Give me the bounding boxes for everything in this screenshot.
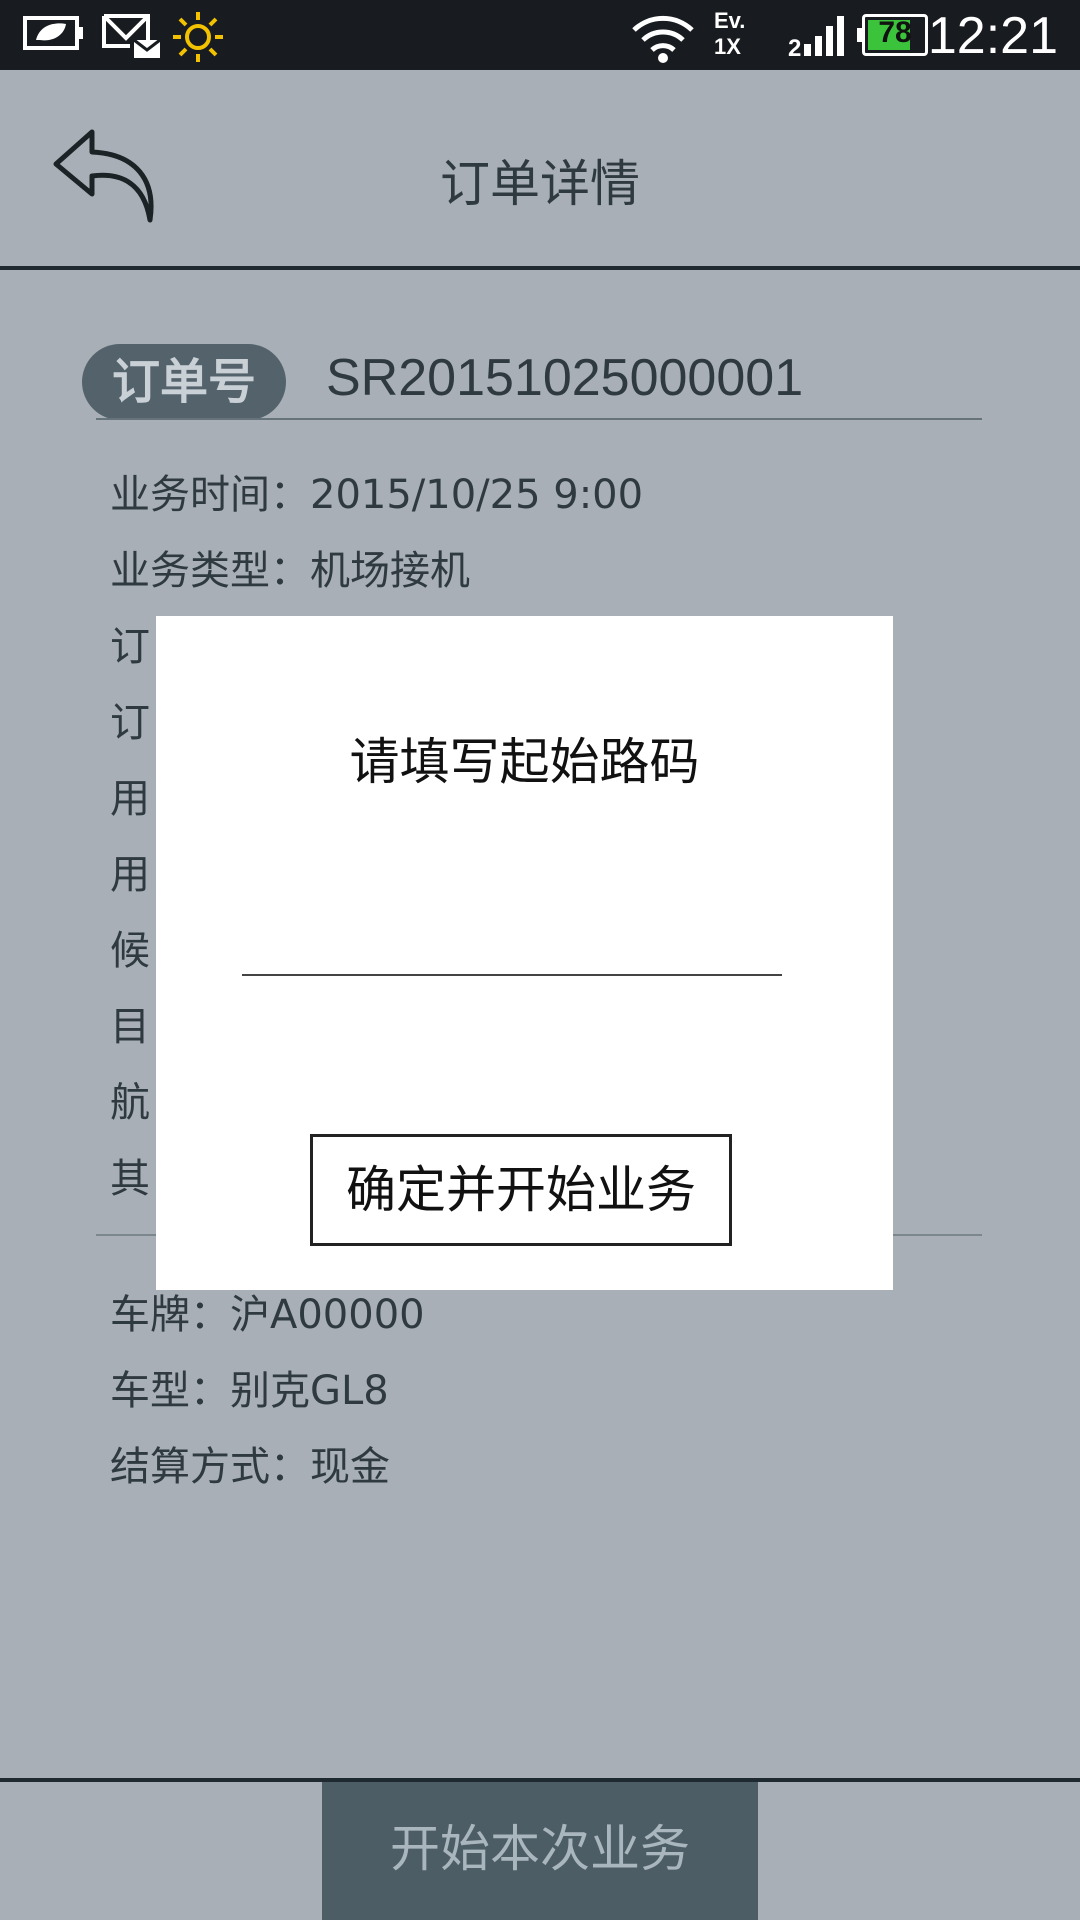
signal-icon: 2: [788, 10, 848, 60]
battery-percent: 78: [878, 16, 912, 49]
battery-saver-icon: [22, 10, 86, 56]
odometer-input[interactable]: [242, 916, 782, 976]
header: 订单详情: [0, 70, 1080, 270]
svg-text:2: 2: [788, 35, 801, 60]
detail-row: 订: [110, 700, 150, 746]
battery-icon: 78: [857, 14, 928, 56]
detail-row-business-type: 业务类型：机场接机: [110, 548, 470, 594]
order-number: SR20151025000001: [326, 349, 804, 407]
divider: [96, 418, 982, 420]
detail-row-business-time: 业务时间：2015/10/25 9:00: [110, 472, 644, 518]
detail-row-plate: 车牌：沪A00000: [110, 1292, 425, 1338]
page-title: 订单详情: [440, 155, 640, 213]
confirm-start-button[interactable]: 确定并开始业务: [310, 1134, 732, 1246]
detail-row: 其: [110, 1156, 150, 1202]
detail-row: 目: [110, 1004, 150, 1050]
clock: 12:21: [927, 7, 1058, 65]
dialog-title: 请填写起始路码: [349, 733, 700, 791]
start-business-button[interactable]: 开始本次业务: [322, 1782, 758, 1920]
detail-row: 用: [110, 852, 150, 898]
detail-row-car-model: 车型：别克GL8: [110, 1368, 389, 1414]
detail-row: 用: [110, 776, 150, 822]
mail-icon: [100, 10, 162, 62]
odometer-dialog: 请填写起始路码 确定并开始业务: [156, 616, 893, 1290]
detail-row: 航: [110, 1080, 150, 1126]
wifi-icon: [630, 10, 696, 64]
detail-row: 订: [110, 624, 150, 670]
brightness-icon: [168, 10, 228, 64]
detail-row-payment: 结算方式：现金: [110, 1444, 390, 1490]
network-type-indicator: Ev. 1X: [714, 8, 746, 59]
bottom-bar: 开始本次业务: [0, 1778, 1080, 1920]
detail-row: 候: [110, 928, 150, 974]
status-bar: Ev. 1X 2 78 12:21: [0, 0, 1080, 70]
order-number-badge: 订单号: [82, 344, 286, 420]
